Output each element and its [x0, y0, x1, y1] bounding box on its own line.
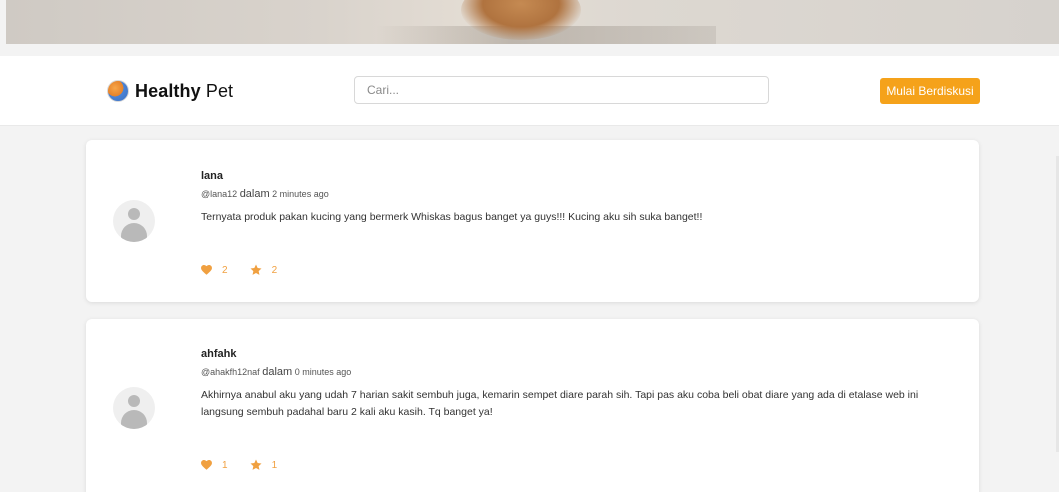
heart-icon [201, 460, 212, 470]
heart-icon [201, 265, 212, 275]
post-meta: @ahakfh12naf dalam 0 minutes ago [201, 366, 959, 378]
brand[interactable]: Healthy Pet [107, 79, 233, 103]
like-count: 1 [222, 459, 228, 471]
brand-name-rest: Pet [200, 80, 234, 101]
post-handle[interactable]: @lana12 [201, 189, 237, 199]
post-dalam: dalam [262, 366, 293, 378]
brand-name-bold: Healthy [135, 80, 201, 101]
star-count: 2 [271, 264, 278, 276]
star-icon [250, 459, 262, 470]
avatar[interactable] [113, 387, 155, 429]
post-content: lana @lana12 dalam 2 minutes ago Ternyat… [201, 170, 959, 226]
post-username[interactable]: ahfahk [201, 348, 959, 360]
post-card: lana @lana12 dalam 2 minutes ago Ternyat… [86, 140, 979, 302]
post-username[interactable]: lana [201, 170, 959, 182]
post-meta: @lana12 dalam 2 minutes ago [201, 188, 959, 200]
avatar-head [128, 395, 140, 407]
post-content: ahfahk @ahakfh12naf dalam 0 minutes ago … [201, 348, 959, 421]
post-actions: 1 1 [201, 459, 299, 471]
avatar-body [121, 223, 147, 242]
like-button[interactable]: 1 [201, 460, 228, 471]
avatar[interactable] [113, 200, 155, 242]
brand-name: Healthy Pet [135, 81, 233, 102]
post-actions: 2 2 [201, 264, 299, 276]
post-handle[interactable]: @ahakfh12naf [201, 367, 260, 377]
post-card: ahfahk @ahakfh12naf dalam 0 minutes ago … [86, 319, 979, 492]
post-time: 0 minutes ago [294, 367, 352, 377]
start-discussion-button[interactable]: Mulai Berdiskusi [880, 78, 980, 104]
star-icon [250, 264, 262, 275]
brand-logo-icon [107, 80, 129, 102]
favorite-button[interactable]: 1 [250, 459, 278, 471]
post-text[interactable]: Ternyata produk pakan kucing yang bermer… [201, 209, 959, 226]
navbar: Healthy Pet Mulai Berdiskusi [0, 56, 1059, 126]
post-dalam: dalam [239, 188, 270, 200]
star-count: 1 [271, 459, 278, 471]
avatar-head [128, 208, 140, 220]
post-time: 2 minutes ago [272, 189, 329, 199]
post-text[interactable]: Akhirnya anabul aku yang udah 7 harian s… [201, 387, 959, 421]
favorite-button[interactable]: 2 [250, 264, 278, 276]
hero-banner-image [6, 0, 1059, 44]
like-count: 2 [222, 264, 228, 276]
like-button[interactable]: 2 [201, 265, 228, 276]
search-input[interactable] [354, 76, 769, 104]
avatar-body [121, 410, 147, 429]
